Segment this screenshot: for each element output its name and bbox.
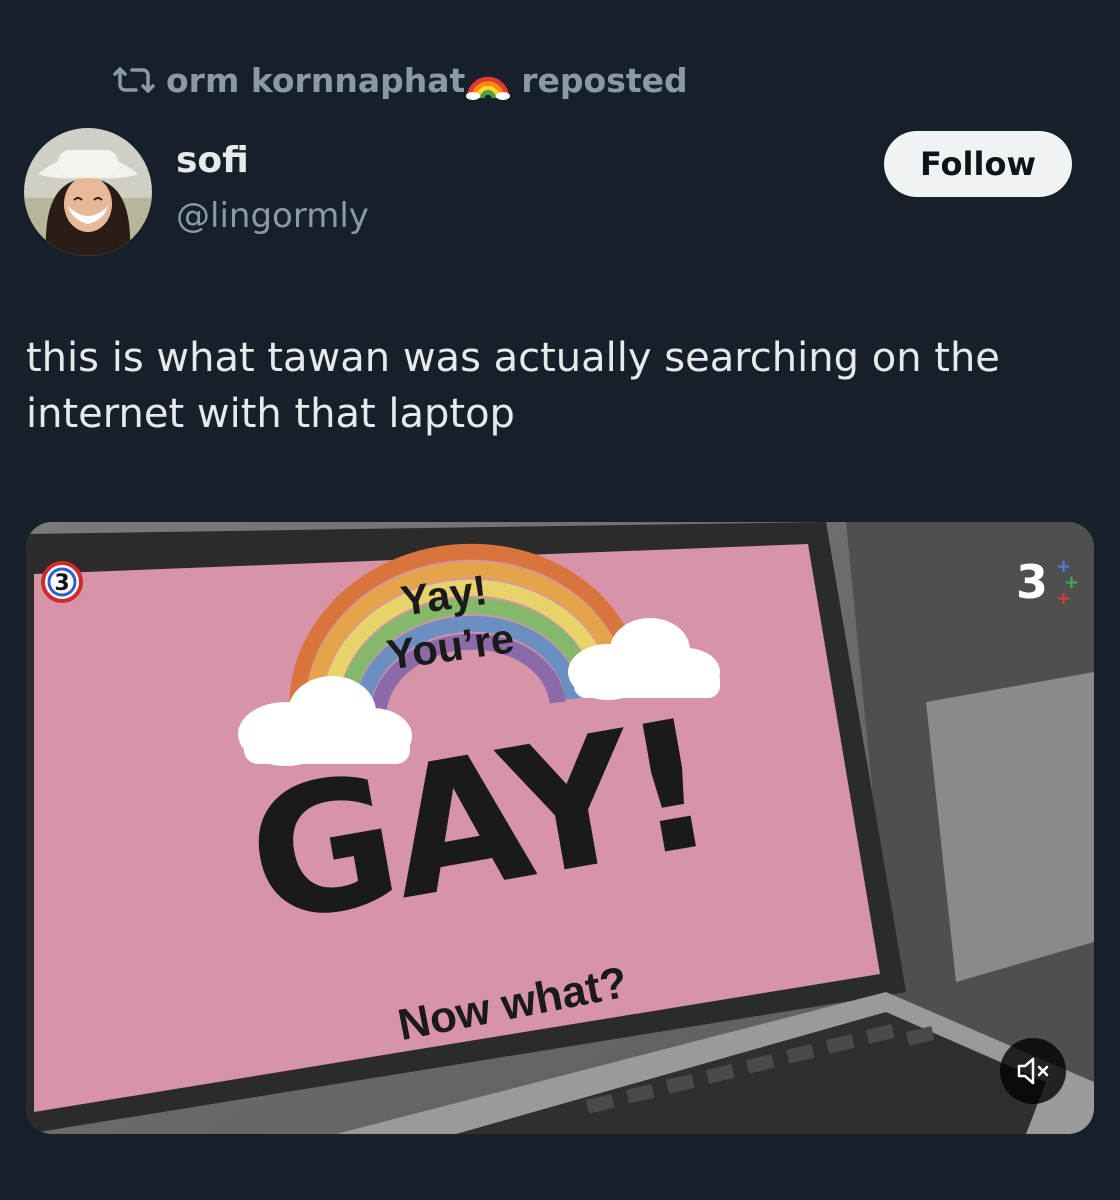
follow-button[interactable]: Follow [884,131,1072,197]
author-display-name[interactable]: sofi [176,140,249,181]
channel-3-plus-logo: 3 + + + [1016,550,1086,610]
repost-label: reposted [521,60,688,100]
avatar[interactable] [24,128,152,256]
tweet-card: orm kornnaphat reposted sofi @lingormly … [0,0,1120,1200]
channel-3-logo: 3 [40,560,84,604]
tweet-media-video[interactable]: 3 3 + + + Yay! You’re GAY! Now what? [26,522,1094,1134]
svg-text:3: 3 [1016,555,1048,609]
repost-icon [112,63,156,97]
tweet-text: this is what tawan was actually searchin… [26,335,1000,437]
author-handle[interactable]: @lingormly [176,196,369,236]
rainbow-icon [465,60,511,100]
mute-button[interactable] [1000,1038,1066,1104]
svg-text:+: + [1056,588,1071,609]
repost-indicator[interactable]: orm kornnaphat reposted [112,56,688,104]
mute-icon [1016,1056,1050,1086]
svg-text:3: 3 [54,571,69,596]
reposter-name-text: orm kornnaphat [166,60,466,100]
reposter-name[interactable]: orm kornnaphat [166,60,511,100]
